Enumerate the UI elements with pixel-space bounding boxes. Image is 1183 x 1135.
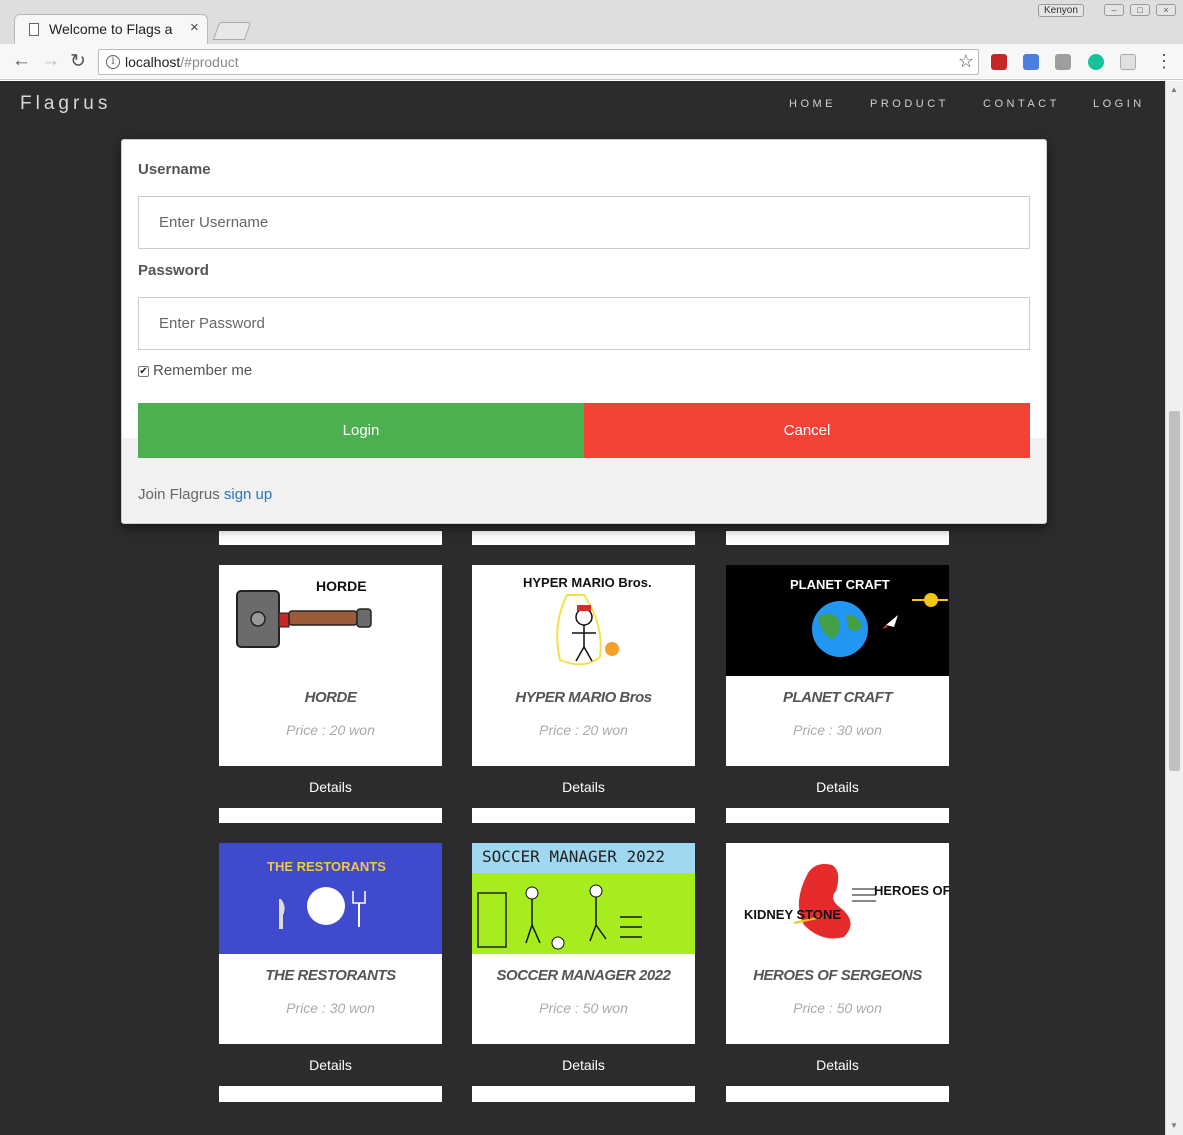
details-button[interactable]: Details xyxy=(219,1044,442,1086)
product-card-restorants: THE RESTORANTS THE RESTORANTS Price : 30… xyxy=(219,843,442,1102)
image-caption: PLANET CRAFT xyxy=(790,577,890,592)
signup-link[interactable]: sign up xyxy=(224,486,272,503)
product-title: SOCCER MANAGER 2022 xyxy=(496,967,671,984)
product-title: HYPER MARIO Bros xyxy=(515,689,652,706)
details-button[interactable]: Details xyxy=(726,766,949,808)
password-field[interactable] xyxy=(138,297,1030,350)
close-window-button[interactable]: × xyxy=(1156,4,1176,16)
tab-title: Welcome to Flags a xyxy=(49,21,173,37)
login-modal: Username Password ✔ Remember me Login Can… xyxy=(121,139,1047,524)
page-scrollbar[interactable]: ▲ ▼ xyxy=(1165,81,1183,1135)
nav-product[interactable]: PRODUCT xyxy=(870,98,949,110)
details-button[interactable]: Details xyxy=(472,1044,695,1086)
product-price: Price : 30 won xyxy=(793,722,882,738)
username-label: Username xyxy=(138,161,211,178)
url-text: localhost/#product xyxy=(125,54,239,70)
new-tab-button[interactable] xyxy=(212,22,252,40)
product-image-heroes-of-sergeons[interactable]: HEROES OF SERGEONS KIDNEY STONE xyxy=(726,843,949,954)
product-card-soccer-manager: SOCCER MANAGER 2022 SOCCER MANAGER 2022 … xyxy=(472,843,695,1102)
translate-extension-icon[interactable] xyxy=(1023,54,1039,70)
nav-home[interactable]: HOME xyxy=(789,98,836,110)
maximize-button[interactable]: □ xyxy=(1130,4,1150,16)
product-title: PLANET CRAFT xyxy=(783,689,893,706)
product-card-heroes-of-sergeons: HEROES OF SERGEONS KIDNEY STONE HEROES O… xyxy=(726,843,949,1102)
browser-menu-icon[interactable]: ⋮ xyxy=(1155,51,1173,72)
image-subcaption: KIDNEY STONE xyxy=(744,907,841,922)
product-card-hyper-mario: HYPER MARIO Bros. HYPER MARIO Bros Price… xyxy=(472,565,695,823)
card-bottom-stub xyxy=(472,531,695,545)
mario-drawing: HYPER MARIO Bros. xyxy=(523,575,652,666)
password-input[interactable] xyxy=(139,298,1029,349)
restaurant-drawing: THE RESTORANTS xyxy=(267,859,386,929)
screenshot-extension-icon[interactable] xyxy=(1055,54,1071,70)
remember-me[interactable]: ✔ Remember me xyxy=(138,362,252,379)
scroll-down-icon[interactable]: ▼ xyxy=(1170,1121,1178,1130)
site-brand[interactable]: Flagrus xyxy=(20,93,111,115)
product-title: HEROES OF SERGEONS xyxy=(753,967,922,984)
join-label: Join Flagrus xyxy=(138,486,220,503)
details-button[interactable]: Details xyxy=(219,766,442,808)
reload-button[interactable]: ↻ xyxy=(70,50,86,73)
join-text: Join Flagrus sign up xyxy=(138,486,272,503)
product-image-soccer-manager[interactable]: SOCCER MANAGER 2022 xyxy=(472,843,695,954)
product-price: Price : 50 won xyxy=(539,1000,628,1016)
cancel-button[interactable]: Cancel xyxy=(584,403,1030,458)
forward-button[interactable]: → xyxy=(41,50,60,72)
card-bottom-stub xyxy=(219,531,442,545)
cast-extension-icon[interactable] xyxy=(1120,54,1136,70)
password-label: Password xyxy=(138,262,209,279)
image-caption: HEROES OF SERGEONS xyxy=(874,883,949,898)
back-button[interactable]: ← xyxy=(12,50,31,72)
window-user-badge[interactable]: Kenyon xyxy=(1038,4,1084,17)
card-bottom-stub xyxy=(726,531,949,545)
details-button[interactable]: Details xyxy=(472,766,695,808)
url-path: /#product xyxy=(180,54,239,70)
site-navbar: Flagrus HOME PRODUCT CONTACT LOGIN xyxy=(0,81,1165,129)
bookmark-extension-icon[interactable] xyxy=(991,54,1007,70)
soccer-drawing: SOCCER MANAGER 2022 xyxy=(472,843,695,950)
product-image-planet-craft[interactable]: PLANET CRAFT xyxy=(726,565,949,676)
bookmark-star-icon[interactable]: ☆ xyxy=(958,51,974,72)
login-button[interactable]: Login xyxy=(138,403,584,458)
product-title: THE RESTORANTS xyxy=(265,967,396,984)
planet-drawing: PLANET CRAFT xyxy=(790,577,948,657)
address-bar-row: ← → ↻ i localhost/#product ☆ ⋮ xyxy=(0,44,1183,80)
minimize-button[interactable]: – xyxy=(1104,4,1124,16)
kidney-drawing: HEROES OF SERGEONS KIDNEY STONE xyxy=(744,864,949,939)
nav-login[interactable]: LOGIN xyxy=(1093,98,1145,110)
username-input[interactable] xyxy=(139,197,1029,248)
image-caption: SOCCER MANAGER 2022 xyxy=(482,847,665,866)
product-image-hyper-mario[interactable]: HYPER MARIO Bros. xyxy=(472,565,695,676)
info-icon[interactable]: i xyxy=(106,55,120,69)
product-title: HORDE xyxy=(304,689,357,706)
username-field[interactable] xyxy=(138,196,1030,249)
product-price: Price : 20 won xyxy=(539,722,628,738)
tab-close-button[interactable]: × xyxy=(190,19,199,36)
remember-checkbox[interactable]: ✔ xyxy=(138,366,149,377)
address-bar[interactable]: i localhost/#product ☆ xyxy=(98,49,979,75)
image-caption: HYPER MARIO Bros. xyxy=(523,575,652,590)
scroll-up-icon[interactable]: ▲ xyxy=(1170,85,1178,94)
product-image-restorants[interactable]: THE RESTORANTS xyxy=(219,843,442,954)
scrollbar-thumb[interactable] xyxy=(1169,411,1180,771)
nav-contact[interactable]: CONTACT xyxy=(983,98,1060,110)
page-content: Flagrus HOME PRODUCT CONTACT LOGIN HORDE… xyxy=(0,81,1165,1135)
hammer-drawing: HORDE xyxy=(236,578,372,648)
url-host: localhost xyxy=(125,54,181,70)
grammarly-extension-icon[interactable] xyxy=(1088,54,1104,70)
product-price: Price : 30 won xyxy=(286,1000,375,1016)
image-caption: THE RESTORANTS xyxy=(267,859,386,874)
remember-label: Remember me xyxy=(153,362,253,379)
product-price: Price : 20 won xyxy=(286,722,375,738)
image-caption: HORDE xyxy=(316,578,367,594)
details-button[interactable]: Details xyxy=(726,1044,949,1086)
product-price: Price : 50 won xyxy=(793,1000,882,1016)
browser-tab-bar: Welcome to Flags a × Kenyon – □ × xyxy=(0,0,1183,44)
browser-tab[interactable]: Welcome to Flags a × xyxy=(14,14,208,44)
document-icon xyxy=(29,23,39,36)
product-card-planet-craft: PLANET CRAFT PLANET CRAFT Price : 30 won… xyxy=(726,565,949,823)
product-card-horde: HORDE HORDE Price : 20 won Details xyxy=(219,565,442,823)
product-image-horde[interactable]: HORDE xyxy=(219,565,442,676)
